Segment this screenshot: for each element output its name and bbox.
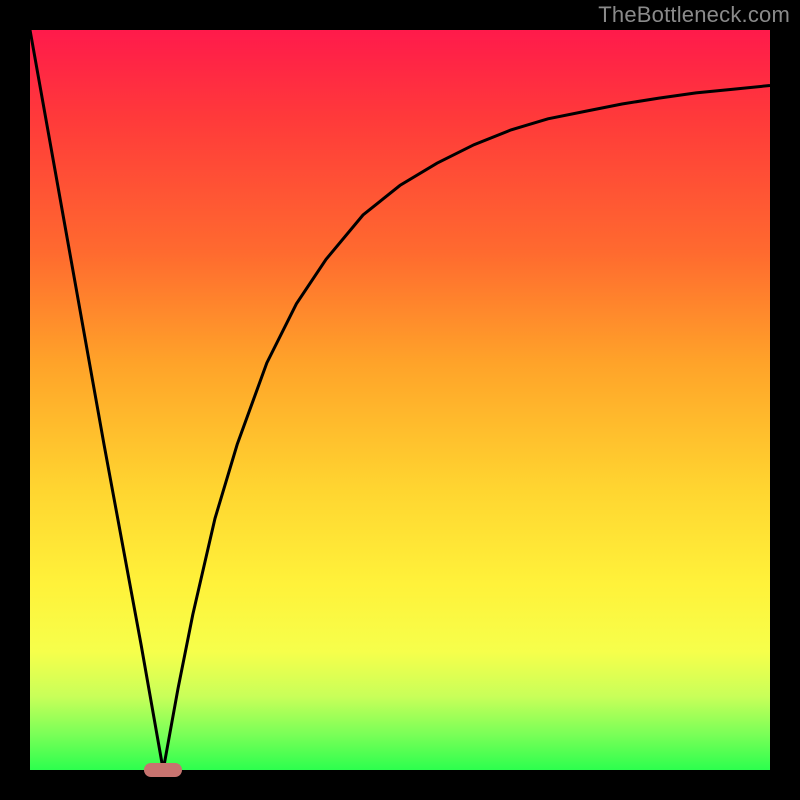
chart-frame: TheBottleneck.com xyxy=(0,0,800,800)
plot-area xyxy=(30,30,770,770)
optimum-marker xyxy=(144,763,182,777)
curve-path xyxy=(30,30,770,770)
watermark-text: TheBottleneck.com xyxy=(598,2,790,28)
bottleneck-curve xyxy=(30,30,770,770)
